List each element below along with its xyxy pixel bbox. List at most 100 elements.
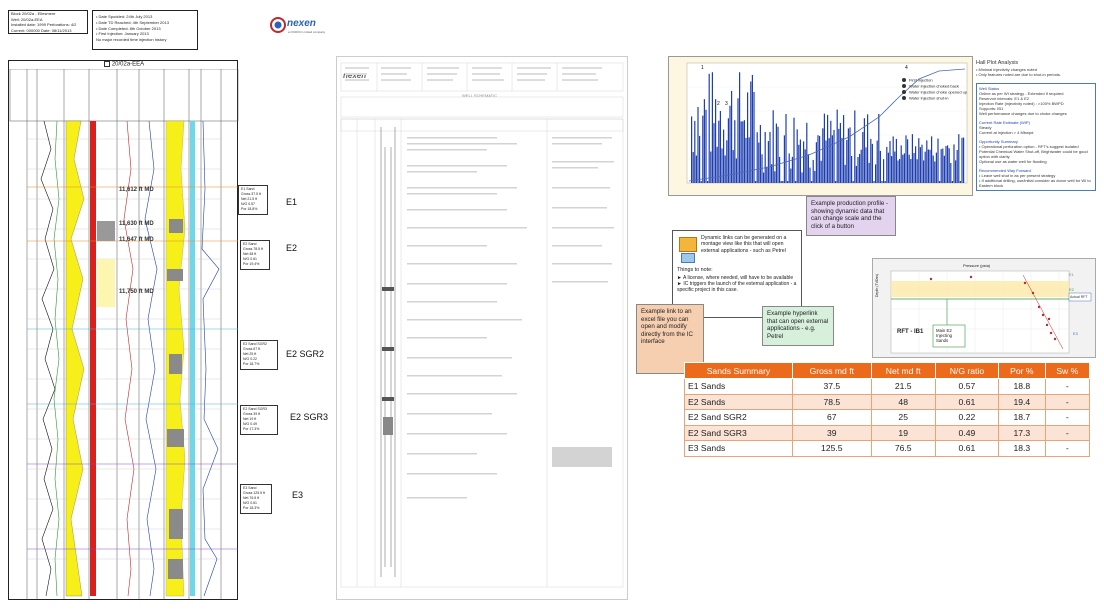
production-bar [911, 134, 913, 183]
production-bar [817, 135, 819, 183]
rft-box-label: Main E2 Injecting Sands [936, 328, 953, 343]
logo-text: nexen [287, 18, 316, 29]
well-summary-text: Hall Plot Analysis • Minimal injectivity… [976, 60, 1096, 191]
rft-zone-label: E1 [1069, 272, 1074, 277]
production-bar [831, 135, 833, 183]
table-row: E2 Sands 78.5 48 0.61 19.4- [684, 393, 1091, 410]
production-bar [806, 122, 808, 183]
production-bar [921, 144, 923, 183]
sand-info-box: E3 Sand Gross 125.5 ft Net 76.5 ft N/G 0.61… [240, 484, 272, 514]
chart-marker: 2 [717, 101, 720, 107]
depth-label: 11,750 ft MD [119, 289, 154, 295]
production-bar [892, 136, 894, 183]
chart-marker: 3 [725, 101, 728, 107]
production-bar [809, 167, 811, 183]
production-bar [801, 172, 803, 183]
production-bar [953, 144, 955, 183]
production-bar [929, 149, 931, 183]
production-bar [796, 129, 798, 183]
production-bar [915, 146, 917, 183]
production-bar [876, 140, 878, 183]
production-profile-chart[interactable]: 1 2 3 4 First injection Water injection … [668, 56, 973, 196]
sand-info-box: E1 Sand Gross 37.5 ft Net 21.5 ft N/G 0.57 P… [238, 185, 268, 215]
hyperlink-callout[interactable]: Example hyperlink that can open external… [762, 306, 834, 346]
production-bar [799, 139, 801, 183]
things-to-note-text: ► A license, where needed, will have to … [677, 275, 797, 294]
table-row: E1 Sands 37.5 21.5 0.57 18.8- [684, 378, 1091, 395]
well-status-box: Well Status Online as per WI strategy - … [976, 82, 1096, 191]
production-bar [782, 181, 784, 183]
production-bar [764, 131, 766, 183]
chart-marker: 1 [701, 65, 704, 71]
production-bar [908, 154, 910, 183]
production-bar [702, 115, 704, 183]
production-bar [945, 145, 947, 183]
production-bar [793, 117, 795, 183]
production-bar [900, 145, 902, 183]
well-schematic-document[interactable]: nexen WELL SCHEMATIC [336, 56, 628, 600]
production-bar [947, 145, 949, 183]
production-bar [758, 142, 760, 183]
production-bar [727, 118, 729, 183]
depth-label: 11,630 ft MD [119, 221, 154, 227]
legend-entry: Water injection choke opened up [909, 90, 968, 95]
production-bar [889, 141, 891, 183]
production-bar [927, 149, 929, 183]
production-bar [844, 164, 846, 183]
production-bar [923, 160, 925, 183]
production-bar [766, 166, 768, 183]
production-bar [924, 151, 926, 183]
production-bar [961, 137, 963, 183]
production-bar [719, 111, 721, 183]
production-bar [699, 135, 701, 183]
production-bar [903, 153, 905, 183]
folder-icon[interactable] [679, 237, 697, 252]
production-bar [865, 147, 867, 183]
production-bar [798, 144, 800, 183]
production-bar [873, 181, 875, 183]
production-bar [804, 149, 806, 183]
production-bar [803, 141, 805, 183]
production-bar [721, 148, 723, 183]
rft-plot[interactable]: Pressure (psia) Depth (TVDss) RFT - IB1 … [872, 258, 1096, 358]
app-icon[interactable] [681, 253, 695, 263]
production-bar [748, 137, 750, 183]
production-bar [871, 143, 873, 183]
sand-info-box: E2 Sand SGR3 Gross 39 ft Net 19 ft N/G 0.49… [240, 405, 278, 435]
production-bar [951, 181, 953, 183]
production-bar [769, 131, 771, 183]
production-bar [739, 72, 741, 183]
production-bar [700, 181, 702, 183]
production-bar [815, 142, 817, 183]
production-bar [692, 152, 694, 183]
production-bar [745, 137, 747, 183]
production-bar [759, 124, 761, 183]
production-bar [812, 159, 814, 183]
production-bar [828, 138, 830, 183]
production-bar [913, 152, 915, 183]
column-header: Por % [998, 362, 1046, 379]
production-bar [940, 149, 942, 183]
production-bar [710, 151, 712, 183]
production-bar [771, 164, 773, 183]
production-bar [943, 155, 945, 183]
well-line: Current: 000000 Date: 08/11/2013 [11, 27, 72, 33]
depth-label: 11,612 ft MD [119, 187, 154, 193]
production-profile-callout: Example production profile - showing dyn… [806, 196, 896, 236]
production-bar [740, 121, 742, 183]
production-bar [814, 170, 816, 183]
well-info-box: Block 20/02a - Ellesmere Well: 20/02a-EE… [8, 10, 88, 34]
production-bar [707, 181, 709, 183]
nexen-logo: nexen a CNOOC Limited company [268, 14, 328, 38]
production-bar [795, 181, 797, 183]
production-bar [750, 81, 752, 183]
production-bar [735, 158, 737, 183]
production-bar [718, 120, 720, 183]
production-bar [747, 92, 749, 183]
production-bar [963, 137, 965, 183]
production-bar [887, 152, 889, 183]
rft-zone-label: Actual RFT [1070, 295, 1088, 299]
logo-subtext: a CNOOC Limited company [288, 30, 326, 34]
date-line: No major recorded time injection history [96, 37, 167, 43]
production-bar [932, 155, 934, 183]
